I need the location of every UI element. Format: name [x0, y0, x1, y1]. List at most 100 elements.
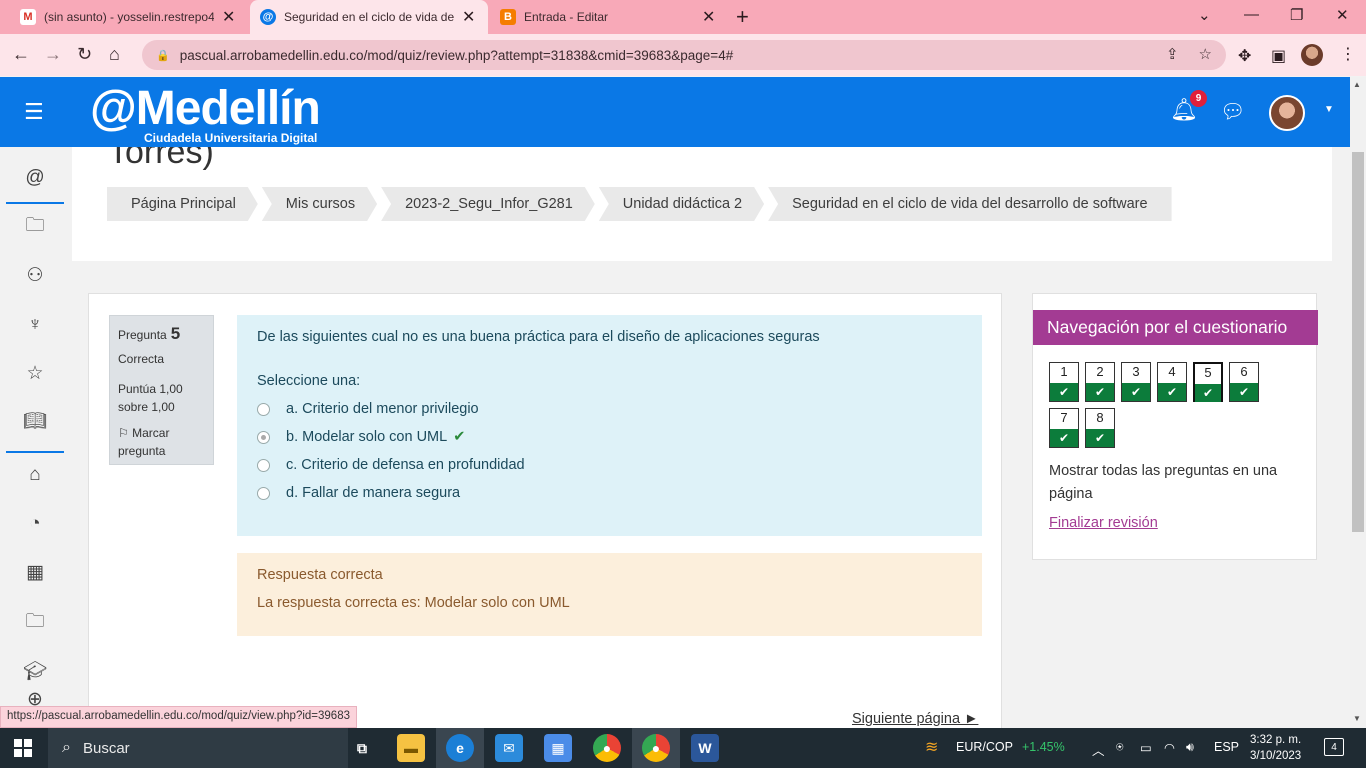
close-window-button[interactable]: ✕ [1336, 6, 1349, 24]
award-icon[interactable]: ♆ [22, 312, 48, 338]
back-arrow-icon[interactable]: ← [12, 44, 30, 65]
scroll-down-arrow-icon[interactable]: ▼ [1353, 714, 1361, 723]
graduation-cap-icon[interactable]: 🎓︎ [22, 659, 48, 685]
tray-device-icon[interactable]: ⍟ [1116, 740, 1124, 755]
wifi-icon[interactable]: ◠ [1164, 740, 1175, 755]
battery-icon[interactable]: ▭ [1140, 740, 1152, 755]
word-icon[interactable]: W [691, 734, 719, 762]
notification-center-icon[interactable]: 4 [1324, 738, 1344, 756]
question-nav-button-current[interactable]: 5 ✔ [1193, 362, 1223, 402]
breadcrumb-item[interactable]: Unidad didáctica 2 [599, 187, 764, 221]
scrollbar-thumb[interactable] [1352, 152, 1364, 532]
arroba-nav-icon[interactable]: @ [22, 165, 48, 191]
breadcrumb-item[interactable]: 2023-2_Segu_Infor_G281 [381, 187, 595, 221]
home-nav-icon[interactable]: ⌂ [22, 462, 48, 488]
show-all-questions-link[interactable]: Mostrar todas las preguntas en una págin… [1049, 460, 1299, 506]
logo-subtitle: Ciudadela Universitaria Digital [144, 131, 318, 145]
user-menu-caret-icon[interactable]: ▼ [1324, 104, 1334, 115]
minimize-button[interactable]: — [1244, 6, 1259, 23]
calendar-icon[interactable]: ▦ [22, 560, 48, 586]
browser-tab-active[interactable]: @ Seguridad en el ciclo de vida del desa… [250, 0, 488, 34]
chrome-profile-icon[interactable]: ● [642, 734, 670, 762]
share-icon[interactable]: ⇪ [1166, 45, 1179, 63]
microsoft-store-icon[interactable]: ▦ [544, 734, 572, 762]
question-nav-button[interactable]: 1 ✔ [1049, 362, 1079, 402]
chrome-icon[interactable]: ● [593, 734, 621, 762]
users-icon[interactable]: ⚇ [22, 263, 48, 289]
extensions-puzzle-icon[interactable]: ✥ [1238, 46, 1251, 66]
home-icon[interactable]: ⌂ [109, 44, 120, 65]
search-icon: ⌕ [62, 739, 71, 756]
scroll-up-arrow-icon[interactable]: ▲ [1353, 80, 1361, 89]
windows-start-icon[interactable] [14, 739, 32, 757]
browser-toolbar: ← → ↻ ⌂ 🔒 pascual.arrobamedellin.edu.co/… [0, 34, 1366, 76]
question-nav-button[interactable]: 2 ✔ [1085, 362, 1115, 402]
question-nav-button[interactable]: 8 ✔ [1085, 408, 1115, 448]
folder-icon[interactable]: 🗀 [22, 213, 48, 239]
flag-question-button[interactable]: ⚐ Marcar pregunta [118, 424, 205, 460]
close-tab-icon[interactable]: ✕ [462, 7, 475, 27]
tray-chevron-icon[interactable]: ︿ [1092, 740, 1105, 759]
task-view-icon[interactable]: ⧉ [348, 734, 376, 762]
file-explorer-icon[interactable]: ▬ [397, 734, 425, 762]
question-nav-button[interactable]: 4 ✔ [1157, 362, 1187, 402]
new-tab-button[interactable]: + [736, 4, 749, 30]
folder-icon[interactable]: 🗀 [22, 609, 48, 635]
correct-check-icon: ✔ [1230, 383, 1258, 401]
answer-radio[interactable] [257, 402, 270, 416]
next-page-link[interactable]: Siguiente página ► [852, 711, 978, 727]
answer-radio[interactable] [257, 430, 270, 444]
tab-search-chevron-icon[interactable]: ⌄ [1198, 6, 1211, 24]
answer-option-selected: b. Modelar solo con UML ✔ [257, 429, 962, 445]
correct-check-icon: ✔ [453, 429, 466, 445]
question-nav-button[interactable]: 3 ✔ [1121, 362, 1151, 402]
breadcrumb-item[interactable]: Seguridad en el ciclo de vida del desarr… [768, 187, 1172, 221]
close-tab-icon[interactable]: ✕ [702, 7, 715, 27]
volume-icon[interactable]: 🔊︎ [1186, 740, 1194, 755]
taskbar-search-label: Buscar [82, 739, 130, 757]
flag-icon: ⚐ [118, 426, 129, 440]
browser-tabstrip: M (sin asunto) - yosselin.restrepo4... ✕… [0, 0, 1366, 34]
messages-chat-icon[interactable]: 💬︎ [1220, 99, 1245, 124]
answer-prompt: Seleccione una: [257, 373, 361, 389]
browser-tab-gmail[interactable]: M (sin asunto) - yosselin.restrepo4... ✕ [10, 0, 248, 34]
answer-option: a. Criterio del menor privilegio [257, 401, 962, 417]
question-nav-button[interactable]: 7 ✔ [1049, 408, 1079, 448]
finish-review-link[interactable]: Finalizar revisión [1049, 515, 1158, 531]
question-label: Pregunta [118, 328, 167, 342]
taskbar-clock[interactable]: 3:32 p. m. 3/10/2023 [1250, 732, 1301, 764]
taskbar-search-box[interactable]: ⌕ Buscar [48, 728, 348, 768]
browser-menu-icon[interactable]: ⋮ [1340, 44, 1356, 64]
forward-arrow-icon[interactable]: → [44, 44, 62, 65]
blogger-icon: B [500, 9, 516, 25]
correct-check-icon: ✔ [1050, 383, 1078, 401]
browser-tab-blogger[interactable]: B Entrada - Editar ✕ [490, 0, 728, 34]
user-avatar[interactable] [1269, 95, 1305, 131]
mail-icon[interactable]: ✉ [495, 734, 523, 762]
reload-icon[interactable]: ↻ [77, 44, 92, 65]
hamburger-menu-icon[interactable]: ☰ [24, 99, 44, 125]
ticker-change: +1.45% [1022, 740, 1065, 754]
star-icon[interactable]: ☆ [22, 361, 48, 387]
question-content: De las siguientes cual no es una buena p… [237, 315, 982, 536]
answer-radio[interactable] [257, 486, 270, 500]
book-icon[interactable]: 📖︎ [22, 409, 48, 435]
edge-browser-icon[interactable]: e [446, 734, 474, 762]
question-nav-number: 1 [1060, 364, 1068, 379]
breadcrumb-item[interactable]: Mis cursos [262, 187, 377, 221]
site-logo[interactable]: @Medellín Ciudadela Universitaria Digita… [90, 85, 321, 146]
address-bar[interactable]: 🔒 pascual.arrobamedellin.edu.co/mod/quiz… [142, 40, 1226, 70]
language-indicator[interactable]: ESP [1214, 740, 1239, 754]
close-tab-icon[interactable]: ✕ [222, 7, 235, 27]
breadcrumb-item[interactable]: Página Principal [107, 187, 258, 221]
bookmark-star-icon[interactable]: ☆ [1199, 45, 1212, 63]
answer-radio[interactable] [257, 458, 270, 472]
question-nav-number: 4 [1168, 364, 1176, 379]
maximize-button[interactable]: ❐ [1290, 6, 1303, 24]
side-panel-icon[interactable]: ▣ [1271, 46, 1286, 66]
question-nav-button[interactable]: 6 ✔ [1229, 362, 1259, 402]
browser-profile-avatar[interactable] [1301, 44, 1323, 66]
ticker-label[interactable]: EUR/COP [956, 740, 1013, 754]
dashboard-gauge-icon[interactable]: ◔ [22, 511, 48, 537]
answer-option-label: a. Criterio del menor privilegio [286, 401, 479, 417]
